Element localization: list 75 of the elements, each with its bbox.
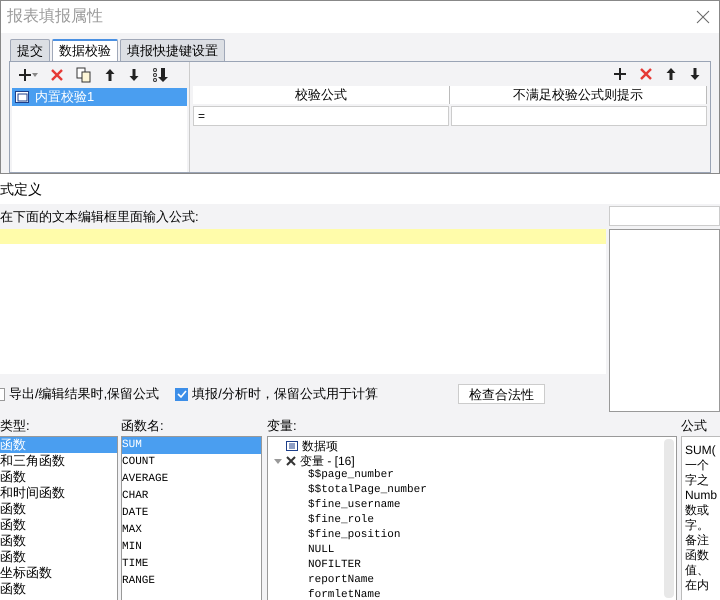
tree-item[interactable]: $$totalPage_number [308,482,427,499]
tab[interactable]: 填报快捷键设置 [120,39,225,61]
list-item[interactable]: 函数 [0,517,117,533]
function-label: 函数名: [121,417,165,435]
list-item[interactable]: COUNT [122,454,261,471]
description-line: 值、 [685,563,710,578]
type-label: 类型: [0,417,31,435]
check-validity-button[interactable]: 检查合法性 [458,384,545,404]
variable-label: 变量: [267,417,298,435]
add-icon[interactable] [18,68,32,82]
delete-icon[interactable] [639,67,653,81]
copy-icon[interactable] [76,67,92,83]
list-item[interactable]: MIN [122,539,261,556]
caret-icon[interactable] [32,73,38,77]
list-item[interactable]: AVERAGE [122,471,261,488]
description-label: 公式 [681,417,708,435]
list-box[interactable] [609,229,720,412]
checkbox[interactable] [175,388,188,400]
checkbox-label: 填报/分析时，保留公式用于计算 [192,385,378,404]
description-line: 一个 [685,458,710,473]
description-line: 函数 [685,548,710,563]
list-item[interactable]: 函数 [0,533,117,549]
up-arrow-icon[interactable] [665,67,677,81]
tree-item[interactable]: NOFILTER [308,557,361,574]
close-icon[interactable] [696,10,710,24]
tree-item[interactable]: $$page_number [308,467,394,484]
list-item[interactable]: 坐标函数 [0,565,117,581]
list-item[interactable]: DATE [122,505,261,522]
tree-item[interactable]: 数据项 [302,437,338,454]
list-item[interactable]: TIME [122,556,261,573]
description-line: 在内 [685,578,710,593]
window-title: 报表填报属性 [7,6,103,27]
list-item[interactable]: 和时间函数 [0,485,117,501]
description-line: 数或 [685,503,710,518]
list-item[interactable]: RANGE [122,573,261,590]
description-line: SUM( [685,443,717,458]
list-item[interactable]: 函数 [0,501,117,517]
description-line: 字。 [685,518,710,533]
table-cell[interactable]: = [193,106,449,126]
tree-item[interactable]: $fine_username [308,497,400,514]
form-icon [15,91,29,103]
tree-item[interactable]: $fine_position [308,527,400,544]
column-header: 不满足校验公式则提示 [450,86,707,104]
down-arrow-icon[interactable] [128,68,140,82]
tab[interactable]: 提交 [10,39,50,61]
list-item[interactable]: 函数 [0,581,117,597]
description-line: 字之 [685,473,710,488]
tree-item[interactable]: $fine_role [308,512,374,529]
check-icon [176,389,187,399]
expander-icon[interactable] [274,456,282,464]
checkbox-label: 导出/编辑结果时,保留公式 [9,385,160,404]
list-item[interactable]: 函数 [0,469,117,485]
column-header: 校验公式 [193,86,450,104]
tree-item[interactable]: formletName [308,587,381,600]
description-line: 备注 [685,533,710,548]
variable-icon [286,456,296,466]
tree-item[interactable]: 变量 - [16] [300,452,355,470]
tree-item[interactable]: reportName [308,572,374,589]
prompt-label: 在下面的文本编辑框里面输入公式: [0,208,200,226]
list-item[interactable]: 函数 [0,549,117,565]
down-arrow-icon[interactable] [689,67,701,81]
list-item[interactable]: CHAR [122,488,261,505]
list-item[interactable]: MAX [122,522,261,539]
dialog-title: 式定义 [0,180,42,198]
table-icon [286,440,298,450]
description-line: Numb [685,488,718,503]
search-field[interactable] [609,206,720,226]
delete-icon[interactable] [50,68,64,82]
add-icon[interactable] [613,67,627,81]
table-cell[interactable] [451,106,707,126]
tab[interactable]: 数据校验 [52,39,118,61]
tree-item[interactable]: NULL [308,542,334,559]
move-bottom-icon[interactable] [152,67,170,83]
list-item[interactable]: 和三角函数 [0,453,117,469]
up-arrow-icon[interactable] [104,68,116,82]
